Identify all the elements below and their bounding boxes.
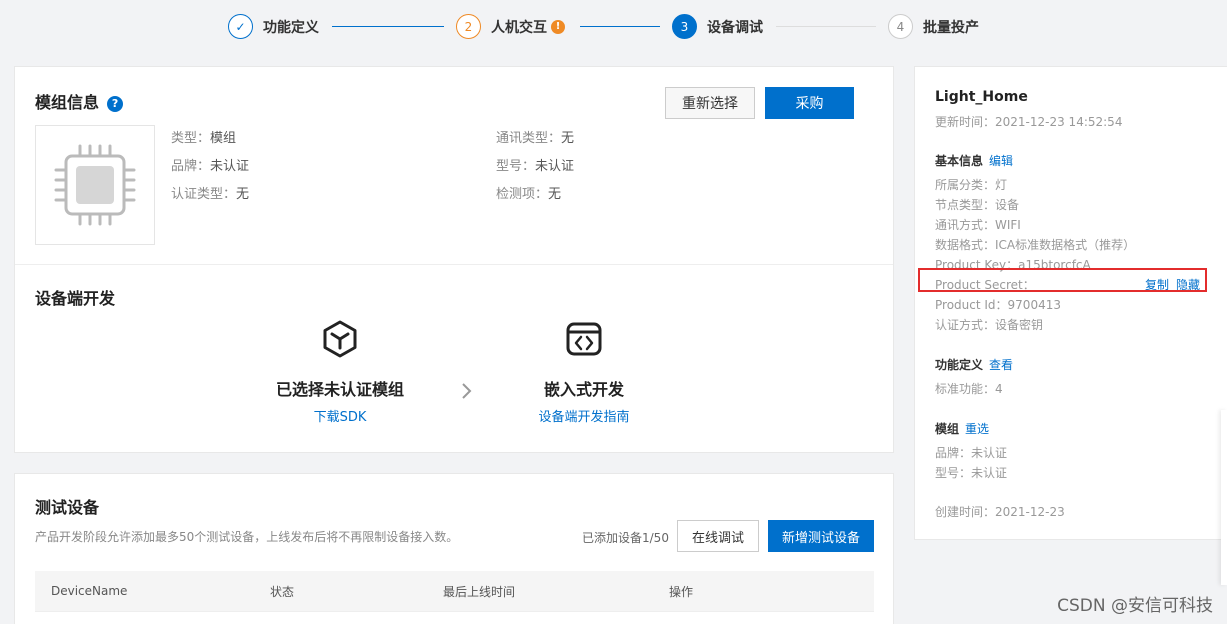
step-number: 2 [456,14,481,39]
step-production[interactable]: 4 批量投产 [888,14,979,39]
field-key: 类型： [171,131,211,146]
add-test-device-button[interactable]: 新增测试设备 [768,520,874,552]
code-window-icon [566,322,602,356]
data-format: 数据格式：ICA标准数据格式（推荐） [935,238,1136,252]
chevron-right-icon [461,381,473,405]
online-debug-button[interactable]: 在线调试 [677,520,759,552]
col-status[interactable]: 状态 [270,583,294,600]
basic-info-title: 基本信息 [935,154,984,168]
field-key: 品牌： [171,159,211,174]
step-connector [776,26,876,27]
test-device-card: 测试设备 产品开发阶段允许添加最多50个测试设备，上线发布后将不再限制设备接入数… [14,473,894,624]
auth-method: 认证方式：设备密钥 [935,318,1044,332]
field-cert: 认证类型：无 [171,183,249,202]
step-label: 批量投产 [923,19,979,36]
module-title: 模组 [935,422,960,436]
comm-method: 通讯方式：WIFI [935,218,1021,232]
step-bar: ✓ 功能定义 2 人机交互 ! 3 设备调试 4 批量投产 [0,0,1227,52]
basic-info-heading: 基本信息 编辑 [935,152,1013,169]
module-info-title: 模组信息? [35,89,124,113]
view-link[interactable]: 查看 [989,358,1013,372]
module-image [35,125,155,245]
module-selected-title: 已选择未认证模组 [275,380,404,399]
category: 所属分类：灯 [935,178,1008,192]
field-value: 无 [236,187,250,202]
function-def-title: 功能定义 [935,358,984,372]
embedded-dev-item: 嵌入式开发 设备端开发指南 [509,320,659,425]
chip-icon [54,144,136,226]
function-def-heading: 功能定义 查看 [935,356,1013,373]
floating-panel-edge [1221,410,1227,585]
product-info-panel: Light_Home 更新时间：2021-12-23 14:52:54 基本信息… [914,66,1227,540]
device-dev-title: 设备端开发 [35,289,116,308]
field-value: 无 [548,187,562,202]
device-table-header: DeviceName 状态 最后上线时间 操作 [35,571,874,611]
field-model: 型号：未认证 [496,155,574,174]
field-value: 未认证 [535,159,575,174]
field-key: 检测项： [496,187,549,202]
field-key: 通讯类型： [496,131,562,146]
cube-icon [323,320,357,358]
product-name: Light_Home [935,89,1028,105]
device-count: 已添加设备1/50 [582,531,669,545]
field-key: 型号： [496,159,536,174]
embedded-dev-title: 嵌入式开发 [543,380,624,399]
download-sdk-link[interactable]: 下载SDK [265,406,415,425]
step-label: 功能定义 [263,19,319,36]
step-label: 人机交互 [491,19,547,36]
step-connector [580,26,660,27]
field-value: 模组 [210,131,237,146]
step-interaction[interactable]: 2 人机交互 ! [456,14,565,39]
module-model: 型号：未认证 [935,466,1008,480]
test-device-title: 测试设备 [35,498,100,517]
purchase-button[interactable]: 采购 [765,87,854,119]
col-last-online[interactable]: 最后上线时间 [443,583,515,600]
field-value: 未认证 [210,159,250,174]
std-functions: 标准功能：4 [935,382,1003,396]
product-id: Product Id：9700413 [935,298,1061,312]
module-selected-item: 已选择未认证模组 下载SDK [265,320,415,425]
step-number: 3 [672,14,697,39]
updated-time: 更新时间：2021-12-23 14:52:54 [935,115,1123,129]
field-key: 认证类型： [171,187,237,202]
field-value: 无 [561,131,575,146]
module-brand: 品牌：未认证 [935,446,1008,460]
test-device-desc: 产品开发阶段允许添加最多50个测试设备，上线发布后将不再限制设备接入数。 [35,530,459,544]
col-actions[interactable]: 操作 [669,583,693,600]
field-check: 检测项：无 [496,183,561,202]
module-info-title-text: 模组信息 [35,93,100,112]
dev-guide-link[interactable]: 设备端开发指南 [509,406,659,425]
edit-link[interactable]: 编辑 [989,154,1013,168]
field-comm: 通讯类型：无 [496,127,574,146]
step-connector [332,26,444,27]
step-function-define[interactable]: ✓ 功能定义 [228,14,319,39]
help-icon[interactable]: ? [107,95,124,112]
created-time: 创建时间：2021-12-23 [935,505,1065,519]
module-card: 模组信息? 重新选择 采购 类型：模组 品牌：未认证 认证类型：无 通讯类型：无… [14,66,894,453]
step-debug[interactable]: 3 设备调试 [672,14,763,39]
reselect-link[interactable]: 重选 [965,422,989,436]
module-heading: 模组 重选 [935,420,989,437]
divider [35,611,874,612]
node-type: 节点类型：设备 [935,198,1020,212]
watermark: CSDN @安信可科技 [1057,596,1213,616]
reselect-button[interactable]: 重新选择 [665,87,755,119]
step-label: 设备调试 [707,19,763,36]
highlight-box [918,268,1207,292]
field-brand: 品牌：未认证 [171,155,249,174]
step-number: 4 [888,14,913,39]
check-icon: ✓ [228,14,253,39]
warning-icon: ! [551,19,565,34]
divider [15,264,893,265]
field-type: 类型：模组 [171,127,236,146]
col-device-name[interactable]: DeviceName [51,584,127,598]
